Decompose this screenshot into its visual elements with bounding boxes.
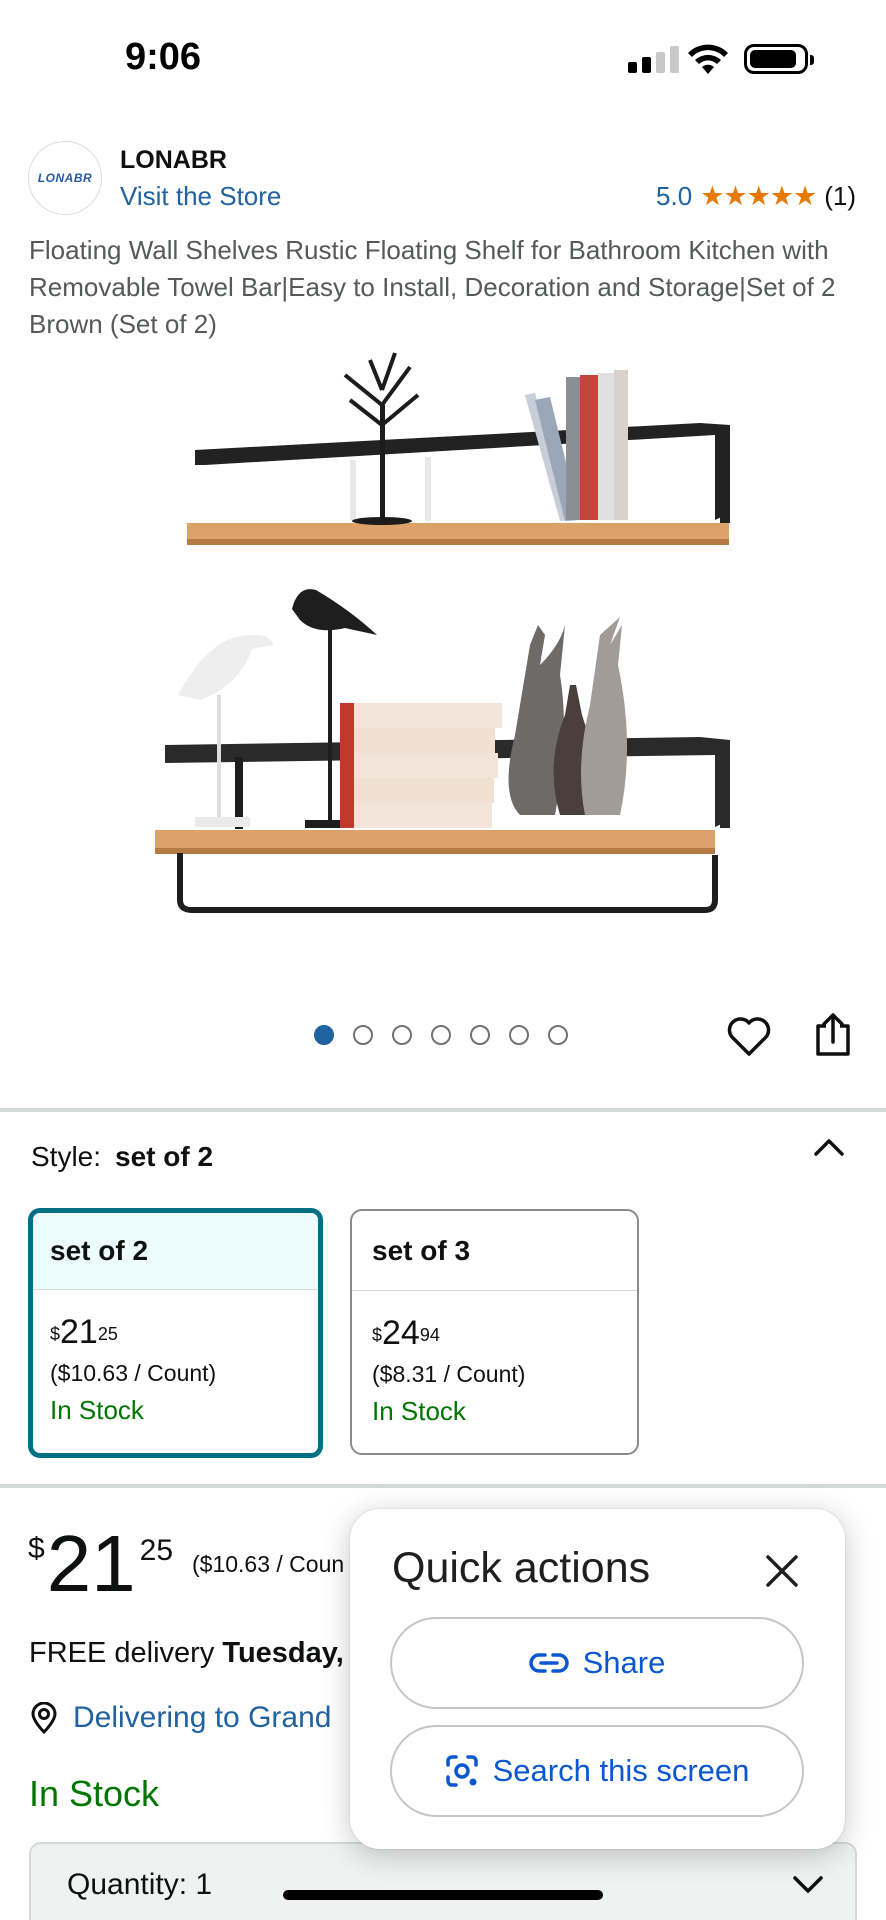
quick-actions-panel: Quick actions Share Search this screen <box>350 1509 845 1849</box>
delivery-date: Tuesday, <box>222 1637 344 1669</box>
status-bar: 9:06 <box>0 0 886 118</box>
style-option-name: set of 2 <box>33 1213 318 1290</box>
visit-store-link[interactable]: Visit the Store <box>120 181 281 212</box>
style-option-stock: In Stock <box>50 1395 144 1425</box>
status-time: 9:06 <box>125 36 202 78</box>
carousel-dot[interactable] <box>548 1025 568 1045</box>
search-this-screen-button[interactable]: Search this screen <box>390 1725 804 1817</box>
rating-value: 5.0 <box>656 181 693 211</box>
product-title: Floating Wall Shelves Rustic Floating Sh… <box>29 235 836 339</box>
section-divider <box>0 1108 886 1112</box>
heart-icon[interactable] <box>727 1016 771 1058</box>
carousel-dot[interactable] <box>314 1025 334 1045</box>
main-price: $ 21 25 <box>28 1519 174 1608</box>
deliver-to-link[interactable]: Delivering to Grand <box>29 1701 331 1735</box>
quantity-label: Quantity: 1 <box>67 1868 213 1901</box>
wifi-icon <box>688 44 728 74</box>
product-image[interactable] <box>140 345 750 955</box>
link-icon <box>528 1653 569 1673</box>
cellular-signal-icon <box>628 46 679 73</box>
style-option-unit-price: ($8.31 / Count) <box>372 1361 526 1387</box>
style-option-stock: In Stock <box>372 1396 466 1426</box>
lens-icon <box>445 1755 478 1787</box>
share-button[interactable]: Share <box>390 1617 804 1709</box>
delivery-info: FREE delivery Tuesday, <box>29 1637 344 1669</box>
quick-actions-title: Quick actions <box>392 1544 651 1592</box>
style-option-price: $2125 <box>50 1313 118 1351</box>
style-option-price: $2494 <box>372 1314 440 1352</box>
chevron-up-icon[interactable] <box>812 1136 846 1158</box>
location-pin-icon <box>31 1702 57 1734</box>
image-carousel-dots[interactable] <box>314 1025 568 1045</box>
carousel-dot[interactable] <box>392 1025 412 1045</box>
main-unit-price: ($10.63 / Coun <box>192 1551 345 1577</box>
quantity-dropdown[interactable]: Quantity: 1 <box>29 1842 857 1920</box>
style-option-name: set of 3 <box>352 1211 637 1291</box>
brand-logo[interactable]: LONABR <box>28 141 102 215</box>
carousel-dot[interactable] <box>470 1025 490 1045</box>
style-option-set-of-3[interactable]: set of 3 $2494 ($8.31 / Count) In Stock <box>350 1209 639 1455</box>
close-icon[interactable] <box>764 1553 800 1589</box>
rating-summary[interactable]: 5.0 ★★★★★ (1) <box>656 181 856 212</box>
style-option-unit-price: ($10.63 / Count) <box>50 1360 217 1386</box>
availability-status: In Stock <box>29 1773 160 1814</box>
chevron-down-icon <box>793 1876 823 1893</box>
brand-name: LONABR <box>120 146 227 174</box>
style-option-set-of-2[interactable]: set of 2 $2125 ($10.63 / Count) In Stock <box>28 1208 323 1458</box>
review-count: (1) <box>824 181 856 211</box>
share-icon[interactable] <box>813 1012 853 1058</box>
section-divider <box>0 1484 886 1488</box>
carousel-dot[interactable] <box>431 1025 451 1045</box>
battery-icon <box>744 44 814 74</box>
carousel-dot[interactable] <box>353 1025 373 1045</box>
carousel-dot[interactable] <box>509 1025 529 1045</box>
style-label: Style: set of 2 <box>31 1141 214 1172</box>
home-indicator[interactable] <box>283 1890 603 1900</box>
star-rating-icon: ★★★★★ <box>700 181 817 211</box>
style-selected-value: set of 2 <box>115 1141 214 1172</box>
